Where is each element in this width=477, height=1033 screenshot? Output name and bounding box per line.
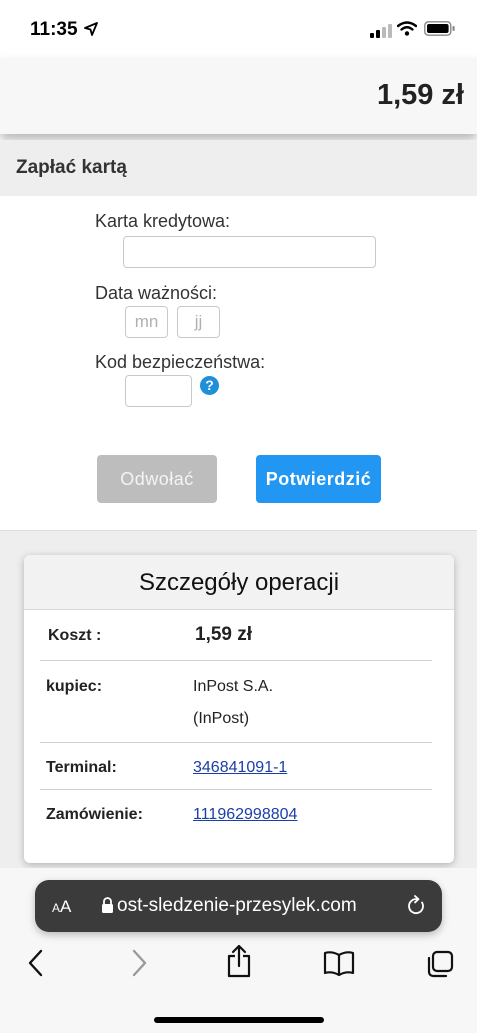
home-indicator (154, 1017, 324, 1023)
expiry-day-input[interactable] (177, 306, 220, 338)
merchant-value: InPost S.A. (193, 678, 274, 695)
url-text[interactable]: ost-sledzenie-przesylek.com (117, 895, 357, 917)
card-header: Szczegóły operacji (24, 555, 454, 610)
total-amount: 1,59 zł (376, 79, 464, 111)
expiry-label: Data ważności: (95, 283, 218, 303)
card-number-input[interactable] (123, 236, 376, 268)
card-title: Szczegóły operacji (138, 569, 340, 596)
operation-details-card: Szczegóły operacji Koszt : 1,59 zł kupie… (24, 555, 454, 863)
reload-icon[interactable] (406, 895, 426, 917)
confirm-button[interactable]: Potwierdzić (256, 455, 381, 503)
row-divider (40, 742, 432, 743)
location-arrow-icon (84, 22, 98, 36)
tabs-icon[interactable] (425, 950, 455, 978)
amount-header: 1,59 zł (0, 58, 477, 134)
status-time: 11:35 (30, 19, 78, 40)
battery-icon (424, 21, 455, 36)
pay-card-header: Zapłać kartą (0, 140, 477, 196)
cellular-signal-icon (370, 24, 392, 38)
expiry-month-input[interactable] (125, 306, 168, 338)
row-divider (40, 660, 432, 661)
share-icon[interactable] (226, 944, 252, 978)
forward-icon[interactable] (130, 948, 148, 978)
order-key: Zamówienie: (46, 806, 143, 823)
cost-value: 1,59 zł (195, 624, 253, 645)
lock-icon (102, 897, 113, 913)
help-icon[interactable]: ? (200, 376, 219, 395)
cost-key: Koszt : (48, 627, 102, 644)
aa-small: A (52, 901, 61, 915)
row-divider (40, 789, 432, 790)
card-number-label: Karta kredytowa: (95, 211, 231, 231)
aa-big: A (60, 897, 72, 916)
cvv-label: Kod bezpieczeństwa: (95, 352, 266, 372)
back-icon[interactable] (27, 948, 45, 978)
status-bar: 11:35 (0, 0, 477, 58)
order-link[interactable]: 111962998804 (193, 806, 297, 824)
cvv-input[interactable] (125, 375, 192, 407)
merchant-alias: (InPost) (193, 710, 250, 727)
merchant-key: kupiec: (46, 678, 103, 695)
cancel-button[interactable]: Odwołać (97, 455, 217, 503)
wifi-icon (397, 21, 417, 36)
pay-card-title: Zapłać kartą (16, 157, 127, 178)
bookmarks-icon[interactable] (323, 950, 355, 976)
terminal-link[interactable]: 346841091-1 (193, 759, 287, 777)
reader-text-size-button[interactable]: AA (52, 897, 71, 917)
terminal-key: Terminal: (46, 759, 117, 776)
